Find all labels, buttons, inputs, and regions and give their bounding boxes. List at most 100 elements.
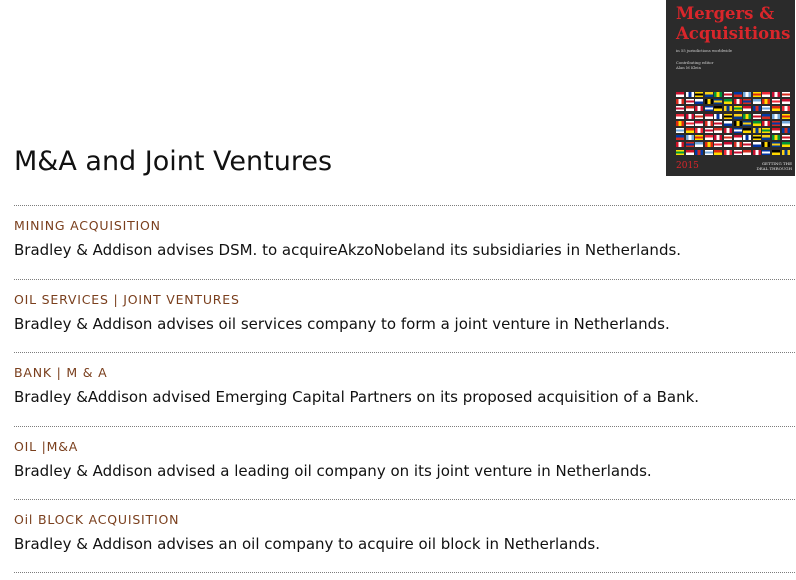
deal-description: Bradley & Addison advised a leading oil …: [14, 461, 652, 480]
book-cover-image[interactable]: Mergers & Acquisitions in 55 jurisdictio…: [666, 0, 795, 176]
flag-icon: [695, 142, 704, 148]
flag-icon: [695, 127, 704, 133]
flag-icon: [695, 113, 704, 119]
flag-icon: [762, 113, 771, 119]
flag-icon: [752, 149, 761, 155]
flag-icon: [771, 120, 780, 126]
flag-icon: [695, 135, 704, 141]
flag-icon: [685, 106, 694, 112]
flag-icon: [704, 120, 713, 126]
flag-icon: [723, 120, 732, 126]
deal-category[interactable]: Oil BLOCK ACQUISITION: [14, 511, 179, 529]
flag-icon: [752, 142, 761, 148]
flag-icon: [704, 106, 713, 112]
flag-icon: [676, 120, 684, 126]
cover-title-line-2: Acquisitions: [676, 24, 791, 43]
flag-icon: [771, 113, 780, 119]
flag-icon: [695, 120, 704, 126]
flag-icon: [743, 99, 752, 105]
flag-icon: [743, 135, 752, 141]
flag-icon: [723, 135, 732, 141]
flag-icon: [723, 92, 732, 97]
cover-title: Mergers & Acquisitions: [676, 4, 794, 44]
flag-icon: [771, 135, 780, 141]
flag-icon: [781, 99, 790, 105]
deal-category[interactable]: OIL SERVICES | JOINT VENTURES: [14, 291, 240, 309]
flag-icon: [714, 149, 723, 155]
deals-list: MINING ACQUISITION Bradley & Addison adv…: [14, 205, 795, 573]
flag-icon: [695, 149, 704, 155]
flag-icon: [752, 106, 761, 112]
flag-icon: [676, 92, 684, 97]
flag-icon: [762, 120, 771, 126]
deal-item: OIL SERVICES | JOINT VENTURES Bradley & …: [14, 278, 795, 353]
flag-icon: [743, 106, 752, 112]
flag-icon: [733, 142, 742, 148]
deal-category[interactable]: MINING ACQUISITION: [14, 217, 161, 235]
flag-icon: [704, 135, 713, 141]
flag-icon: [762, 127, 771, 133]
flag-icon: [676, 113, 684, 119]
flag-icon: [714, 127, 723, 133]
flag-icon: [752, 120, 761, 126]
flag-icon: [781, 106, 790, 112]
flag-icon: [685, 149, 694, 155]
deal-category[interactable]: BANK | M & A: [14, 364, 107, 382]
flag-icon: [771, 92, 780, 97]
flag-icon: [714, 99, 723, 105]
flag-icon: [704, 99, 713, 105]
deal-description: Bradley &Addison advised Emerging Capita…: [14, 388, 700, 406]
flag-icon: [685, 113, 694, 119]
flag-icon: [771, 106, 780, 112]
flag-icon: [733, 92, 742, 97]
flags-grid: [676, 92, 792, 160]
flag-icon: [771, 142, 780, 148]
flag-icon: [781, 113, 790, 119]
flag-icon: [733, 135, 742, 141]
page-title: M&A and Joint Ventures: [14, 146, 333, 177]
flag-icon: [733, 149, 742, 155]
flag-icon: [685, 99, 694, 105]
flag-icon: [704, 92, 713, 97]
flag-icon: [676, 106, 684, 112]
deal-description: Bradley & Addison advises oil services c…: [14, 314, 670, 333]
flag-icon: [752, 135, 761, 141]
flag-icon: [685, 142, 694, 148]
deal-item: MINING ACQUISITION Bradley & Addison adv…: [14, 205, 795, 279]
flag-icon: [733, 99, 742, 105]
flag-icon: [714, 106, 723, 112]
flag-icon: [752, 127, 761, 133]
flag-icon: [723, 149, 732, 155]
flag-icon: [771, 149, 780, 155]
flag-icon: [752, 99, 761, 105]
flag-icon: [723, 127, 732, 133]
flag-icon: [685, 92, 694, 97]
flag-icon: [752, 92, 761, 97]
flag-icon: [714, 135, 723, 141]
deal-item: Oil BLOCK ACQUISITION Bradley & Addison …: [14, 499, 795, 573]
flag-icon: [704, 142, 713, 148]
flag-icon: [762, 99, 771, 105]
flag-icon: [762, 135, 771, 141]
flag-icon: [723, 113, 732, 119]
flag-icon: [781, 92, 790, 97]
deal-description: Bradley & Addison advises DSM. to acquir…: [14, 241, 682, 259]
flag-icon: [743, 127, 752, 133]
flag-icon: [714, 142, 723, 148]
flag-icon: [685, 135, 694, 141]
flag-icon: [733, 106, 742, 112]
flag-icon: [704, 149, 713, 155]
flag-icon: [714, 92, 723, 97]
flag-icon: [771, 127, 780, 133]
flag-icon: [781, 127, 790, 133]
flag-icon: [704, 113, 713, 119]
flag-icon: [743, 113, 752, 119]
flag-icon: [723, 99, 732, 105]
flag-icon: [762, 149, 771, 155]
deal-category[interactable]: OIL |M&A: [14, 438, 78, 456]
flag-icon: [676, 99, 684, 105]
flag-icon: [743, 142, 752, 148]
flag-icon: [781, 149, 790, 155]
flag-icon: [685, 120, 694, 126]
flag-icon: [743, 120, 752, 126]
